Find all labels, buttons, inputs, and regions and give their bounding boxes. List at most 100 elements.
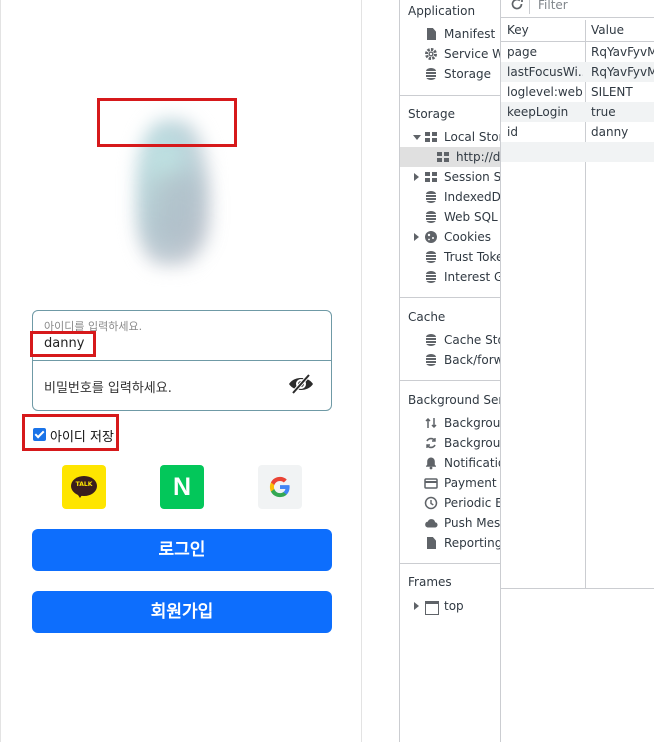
checkbox-checked-icon[interactable] — [33, 428, 46, 441]
sidebar-item-label: Local Stora — [444, 130, 500, 144]
sidebar-item-label: IndexedDB — [444, 190, 501, 204]
sidebar-item-periodic-background-sync[interactable]: Periodic Ba — [424, 493, 500, 513]
sidebar-item-label: Cookies — [444, 230, 491, 244]
sidebar-item-background-sync[interactable]: Backgroun — [424, 433, 500, 453]
sidebar-item-back-forward-cache[interactable]: Back/forwa — [424, 350, 500, 370]
naver-n-icon: N — [172, 473, 192, 501]
cloud-icon — [425, 519, 438, 528]
row-key: lastFocusWi... — [507, 65, 583, 79]
row-key: keepLogin — [507, 105, 569, 119]
file-icon — [424, 27, 438, 41]
storage-table-panel: Filter Key Value page RqYavFyvMt lastFoc… — [501, 0, 654, 742]
sidebar-item-label: Session Sto — [444, 170, 501, 184]
sidebar-item-label: Back/forwa — [444, 353, 500, 367]
sidebar-item-payment-handler[interactable]: Payment H — [424, 473, 500, 493]
row-value: SILENT — [591, 85, 633, 99]
login-button[interactable]: 로그인 — [32, 529, 332, 571]
sidebar-item-background-fetch[interactable]: Backgroun — [424, 413, 501, 433]
sidebar-item-label: Payment H — [444, 476, 500, 490]
signup-button[interactable]: 회원가입 — [32, 591, 332, 633]
google-g-icon — [269, 476, 290, 498]
row-key: id — [507, 125, 518, 139]
google-login-button[interactable] — [258, 465, 302, 509]
sidebar-item-label: Manifest — [444, 27, 496, 41]
database-icon — [424, 210, 438, 224]
sidebar-item-label: Storage — [444, 67, 491, 81]
sidebar-item-cookies[interactable]: Cookies — [424, 227, 491, 247]
sidebar-item-label: Trust Toker — [444, 250, 500, 264]
frame-icon — [424, 599, 439, 615]
section-storage: Storage — [408, 107, 455, 121]
sidebar-item-cache-storage[interactable]: Cache Stor — [424, 330, 500, 350]
row-key: page — [507, 45, 537, 59]
section-background-services: Background Servi — [408, 393, 500, 407]
database-icon — [424, 250, 438, 264]
row-value: danny — [591, 125, 629, 139]
database-icon — [424, 333, 438, 347]
card-icon — [424, 478, 438, 489]
sidebar-item-storage[interactable]: Storage — [424, 64, 491, 84]
sidebar-item-session-storage[interactable]: Session Sto — [424, 167, 501, 187]
kakao-login-button[interactable]: TALK — [62, 465, 106, 509]
database-icon — [424, 67, 438, 81]
sidebar-item-label: top — [444, 599, 464, 613]
sidebar-item-label: Backgroun — [444, 416, 501, 430]
database-icon — [424, 190, 438, 204]
sidebar-item-service-workers[interactable]: Service Wo — [424, 44, 500, 64]
grid-icon — [424, 130, 438, 144]
sidebar-item-label: Cache Stor — [444, 333, 500, 347]
expand-arrow-icon[interactable] — [414, 602, 419, 610]
sidebar-item-web-sql[interactable]: Web SQL — [424, 207, 498, 227]
row-value: RqYavFyvMt — [591, 65, 654, 79]
sidebar-item-label: Interest Gro — [444, 270, 500, 284]
bell-icon — [426, 457, 436, 470]
sidebar-item-push-messaging[interactable]: Push Mess — [424, 513, 500, 533]
cookie-icon — [425, 231, 437, 243]
sidebar-item-manifest[interactable]: Manifest — [424, 24, 495, 44]
sidebar-item-local-storage-origin[interactable]: http://de — [436, 147, 500, 167]
naver-login-button[interactable]: N — [160, 465, 204, 509]
table-row-empty — [501, 142, 654, 162]
table-row[interactable]: id danny — [501, 122, 654, 142]
table-row[interactable]: keepLogin true — [501, 102, 654, 122]
kakao-talk-icon: TALK — [71, 476, 97, 498]
devtools-sidebar: Application Manifest Service Wo Storage … — [400, 0, 501, 742]
file-icon — [424, 536, 438, 550]
sidebar-item-local-storage[interactable]: Local Stora — [424, 127, 500, 147]
password-field[interactable]: 비밀번호를 입력하세요. — [44, 377, 172, 396]
sidebar-item-label: Notificatio — [444, 456, 501, 470]
remember-id-checkbox[interactable]: 아이디 저장 — [22, 414, 119, 451]
highlight-box — [30, 331, 96, 357]
column-header-value[interactable]: Value — [591, 20, 624, 41]
grid-icon — [436, 150, 450, 164]
filter-input[interactable]: Filter — [529, 0, 654, 14]
sidebar-item-frame-top[interactable]: top — [424, 596, 464, 616]
sidebar-item-notifications[interactable]: Notificatio — [424, 453, 501, 473]
table-row[interactable]: lastFocusWi... RqYavFyvMt — [501, 62, 654, 82]
table-row[interactable]: loglevel:web... SILENT — [501, 82, 654, 102]
local-storage-table: Key Value page RqYavFyvMt lastFocusWi...… — [501, 20, 654, 589]
login-form: 아이디를 입력하세요. danny 비밀번호를 입력하세요. — [32, 310, 332, 411]
grid-icon — [424, 170, 438, 184]
row-key: loglevel:web... — [507, 85, 583, 99]
column-header-key[interactable]: Key — [507, 20, 529, 41]
sidebar-item-trust-tokens[interactable]: Trust Toker — [424, 247, 500, 267]
kakao-talk-text: TALK — [75, 481, 93, 488]
expand-arrow-icon[interactable] — [414, 233, 419, 241]
row-value: RqYavFyvMt — [591, 45, 654, 59]
sidebar-item-reporting-api[interactable]: Reporting / — [424, 533, 501, 553]
expand-arrow-icon[interactable] — [413, 135, 421, 140]
sidebar-item-interest-groups[interactable]: Interest Gro — [424, 267, 500, 287]
refresh-icon[interactable] — [510, 0, 524, 11]
table-row[interactable]: page RqYavFyvMt — [501, 42, 654, 62]
eye-slash-icon[interactable] — [287, 373, 315, 395]
highlight-box — [97, 98, 237, 147]
database-icon — [424, 353, 438, 367]
remember-id-label: 아이디 저장 — [50, 430, 114, 445]
sidebar-item-label: Periodic Ba — [444, 496, 500, 510]
database-icon — [424, 270, 438, 284]
arrows-icon — [425, 417, 437, 429]
sidebar-item-label: Reporting / — [444, 536, 501, 550]
sidebar-item-indexeddb[interactable]: IndexedDB — [424, 187, 501, 207]
expand-arrow-icon[interactable] — [414, 173, 419, 181]
